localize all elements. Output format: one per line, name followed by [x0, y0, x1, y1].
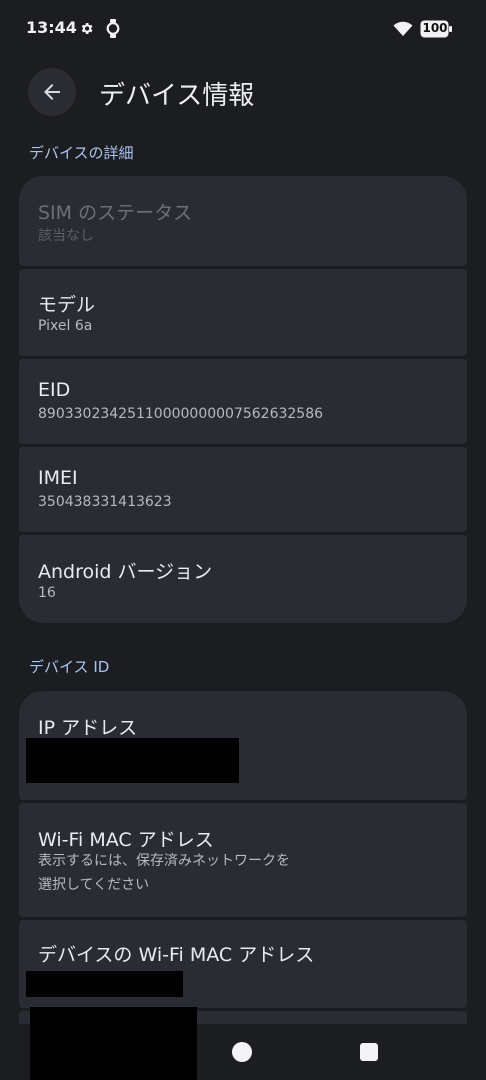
watch-icon [106, 19, 120, 38]
android-version-item[interactable]: Android バージョン 16 [19, 535, 467, 623]
recents-square-icon[interactable] [360, 1043, 378, 1061]
wifi-mac-address-item[interactable]: Wi-Fi MAC アドレス 表示するには、保存済みネットワークを 選択してくだ… [19, 803, 467, 917]
section-header-device-details: デバイスの詳細 [29, 144, 134, 162]
model-item[interactable]: モデル Pixel 6a [19, 269, 467, 356]
item-title: Wi-Fi MAC アドレス [38, 829, 214, 851]
item-value-line2: 選択してください [38, 877, 150, 893]
item-value-line1: 表示するには、保存済みネットワークを [38, 853, 290, 869]
item-value: Pixel 6a [38, 318, 93, 334]
item-title: SIM のステータス [38, 202, 193, 224]
item-value: 該当なし [38, 228, 94, 244]
redacted-overlay [30, 1007, 197, 1080]
redacted-wifi-mac-address [26, 971, 183, 997]
status-bar: 13:44 100 [0, 0, 486, 60]
section-header-device-id: デバイス ID [29, 658, 110, 676]
gear-icon [81, 23, 93, 34]
item-value: 16 [38, 585, 56, 601]
item-title: IP アドレス [38, 717, 138, 739]
item-title: IMEI [38, 467, 78, 489]
arrow-left-icon [44, 84, 60, 100]
item-title: Android バージョン [38, 561, 213, 583]
item-title: EID [38, 379, 71, 401]
item-value: 89033023425110000000007562632586 [38, 406, 324, 422]
status-time: 13:44 [26, 18, 77, 37]
item-title: モデル [38, 294, 96, 316]
redacted-ip-address [26, 738, 239, 783]
item-value: 350438331413623 [38, 494, 172, 510]
imei-item[interactable]: IMEI 350438331413623 [19, 447, 467, 532]
sim-status-item: SIM のステータス 該当なし [19, 176, 467, 266]
wifi-icon [393, 21, 413, 36]
page-title: デバイス情報 [99, 81, 255, 111]
item-title: デバイスの Wi-Fi MAC アドレス [38, 944, 315, 966]
eid-item[interactable]: EID 89033023425110000000007562632586 [19, 359, 467, 444]
battery-level: 100 [422, 21, 448, 35]
home-circle-icon[interactable] [232, 1042, 252, 1062]
back-button[interactable] [28, 68, 76, 116]
